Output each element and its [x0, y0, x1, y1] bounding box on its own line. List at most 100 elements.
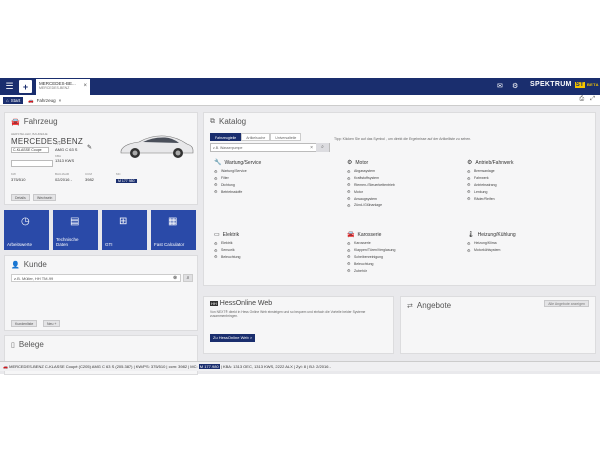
- vehicle-tab[interactable]: MERCEDES-BE... MERCEDES-BENZ ×: [36, 79, 90, 95]
- list-item[interactable]: ⚙ Kraftstoffsystem: [347, 175, 395, 182]
- item-icon: ⚙: [347, 168, 351, 174]
- change-vehicle-button[interactable]: Wechseln: [33, 194, 57, 201]
- hessonline-title: HH HessOnline Web: [210, 300, 272, 307]
- list-item-label: Wartung/Service: [221, 169, 247, 174]
- list-item-label: Motorkühlsystem: [474, 248, 501, 253]
- offers-panel: ⇄ Angebote Alle Angebote anzeigen: [400, 296, 596, 354]
- breadcrumb[interactable]: 🚗 Fahrzeug ×: [28, 97, 61, 104]
- list-item-label: Kraftstoffsystem: [354, 176, 380, 181]
- tab-fahrzeugteile[interactable]: Fahrzeugteile: [210, 133, 242, 141]
- list-item[interactable]: ⚙ Motor: [347, 188, 395, 195]
- list-item[interactable]: ⚙ Zubehör: [347, 267, 395, 274]
- ccm-label: CCM: [85, 172, 92, 176]
- list-item[interactable]: ⚙ Karosserie: [347, 240, 395, 247]
- group-header[interactable]: 🚘 Karosserie: [347, 231, 395, 239]
- document-icon: ▯: [11, 341, 15, 349]
- list-item[interactable]: ⚙ Bremsanlage: [467, 168, 513, 175]
- tile-fast-calculator[interactable]: ▦ Fast Calculator: [151, 210, 196, 250]
- group-wartung: 🔧 Wartung/Service ⚙ Wartung/Service ⚙ Filte…: [214, 159, 261, 195]
- type-label: TYP: [55, 142, 61, 146]
- customer-search-input[interactable]: z.B. Müller, HH TM-99: [11, 274, 181, 282]
- vehicle-model: C-KLASSE Coupe: [11, 147, 49, 153]
- catalog-title-label: Katalog: [219, 117, 247, 126]
- tab-artikelsuche[interactable]: Artikelsuche: [241, 133, 271, 141]
- top-bar: ☰ + MERCEDES-BE... MERCEDES-BENZ × ✉ ⚙ S…: [0, 78, 600, 95]
- catalog-search-placeholder: z.B. Wasserpumpe: [213, 146, 243, 150]
- user-icon: 👤: [11, 261, 20, 269]
- car-icon: 🚗: [28, 97, 34, 103]
- list-item[interactable]: ⚙ Betriebsstoffe: [214, 188, 261, 195]
- user-settings-icon[interactable]: ⚙: [512, 82, 518, 90]
- hessonline-button[interactable]: Zu HessOnline Web >: [210, 334, 256, 342]
- plate-field[interactable]: [11, 160, 53, 167]
- tab-universalteile[interactable]: Universalteile: [270, 133, 302, 141]
- car-body-icon: 🚘: [347, 232, 355, 238]
- add-tab-button[interactable]: +: [19, 80, 32, 93]
- list-item[interactable]: ⚙ Antriebsstrang: [467, 182, 513, 189]
- group-header[interactable]: ⚙ Antrieb/Fahrwerk: [467, 159, 513, 167]
- list-item[interactable]: ⚙ Heizung/Klima: [467, 240, 516, 247]
- search-icon[interactable]: ⌕: [316, 143, 329, 152]
- list-item[interactable]: ⚙ Lenkung: [467, 188, 513, 195]
- catalog-search-input[interactable]: z.B. Wasserpumpe × ⌕: [210, 143, 330, 152]
- list-item[interactable]: ⚙ Räder/Reifen: [467, 195, 513, 202]
- group-header[interactable]: 🌡 Heizung/Kühlung: [467, 231, 516, 239]
- documents-title-label: Belege: [18, 340, 44, 349]
- clear-icon[interactable]: ⊗: [173, 275, 177, 281]
- tile-arbeitswerte[interactable]: ◷ Arbeitswerte: [4, 210, 49, 250]
- expand-icon[interactable]: ⤢: [590, 96, 595, 103]
- gear-icon: ⚙: [467, 160, 473, 166]
- group-heizung: 🌡 Heizung/Kühlung ⚙ Heizung/Klima ⚙ Motorkü…: [467, 231, 516, 254]
- list-item-label: Fahrwerk: [474, 176, 489, 181]
- group-header[interactable]: ▭ Elektrik: [214, 231, 240, 239]
- close-icon[interactable]: ×: [59, 98, 62, 103]
- status-mc: M 177.980: [198, 364, 220, 369]
- item-icon: ⚙: [467, 240, 471, 246]
- list-item-label: Zünd-/Glühanlage: [354, 203, 383, 208]
- list-item[interactable]: ⚙ Fahrwerk: [467, 175, 513, 182]
- list-item[interactable]: ⚙ Dichtung: [214, 182, 261, 189]
- list-item[interactable]: ⚙ Wartung/Service: [214, 168, 261, 175]
- list-item[interactable]: ⚙ Sensorik: [214, 247, 240, 254]
- list-item[interactable]: ⚙ Beleuchtung: [347, 260, 395, 267]
- list-item-label: Beleuchtung: [354, 261, 374, 266]
- list-item[interactable]: ⚙ Scheibenreinigung: [347, 254, 395, 261]
- chat-icon[interactable]: ✉: [497, 82, 503, 90]
- list-item-label: Lenkung: [474, 189, 488, 194]
- tile-technische-daten[interactable]: ▤ Technische Daten: [53, 210, 98, 250]
- close-icon[interactable]: ×: [83, 83, 87, 89]
- group-header[interactable]: 🔧 Wartung/Service: [214, 159, 261, 167]
- group-header[interactable]: ⚙ Motor: [347, 159, 395, 167]
- vehicle-ccm: 3982: [85, 177, 94, 182]
- clear-icon[interactable]: ×: [310, 144, 313, 152]
- show-all-offers-button[interactable]: Alle Angebote anzeigen: [544, 300, 589, 307]
- item-icon: ⚙: [347, 240, 351, 246]
- list-item-label: Sensorik: [221, 248, 235, 253]
- list-item[interactable]: ⚙ Beleuchtung: [214, 254, 240, 261]
- new-customer-button[interactable]: Neu +: [43, 320, 61, 327]
- group-title: Heizung/Kühlung: [477, 231, 516, 238]
- list-item[interactable]: ⚙ Filter: [214, 175, 261, 182]
- list-item[interactable]: ⚙ Elektrik: [214, 240, 240, 247]
- brand-badge: ST: [574, 82, 585, 88]
- start-button[interactable]: ⌂ Start: [3, 97, 24, 104]
- hamburger-icon[interactable]: ☰: [3, 80, 16, 93]
- list-item[interactable]: ⚙ Motorkühlsystem: [467, 247, 516, 254]
- list-item[interactable]: ⚙ Riemen-/Steuerkettentrieb: [347, 182, 395, 189]
- group-title: Elektrik: [222, 231, 240, 238]
- customer-list-button[interactable]: Kundenliste: [11, 320, 38, 327]
- item-icon: ⚙: [214, 254, 218, 260]
- engine-icon: ⚙: [347, 160, 353, 166]
- edit-icon[interactable]: ✎: [87, 144, 92, 151]
- tile-gti[interactable]: ⊞ GTI: [102, 210, 147, 250]
- print-icon[interactable]: ⎙: [579, 96, 584, 103]
- list-item-label: Abgassystem: [354, 169, 376, 174]
- list-item[interactable]: ⚙ Abgassystem: [347, 168, 395, 175]
- details-button[interactable]: Details: [11, 194, 30, 201]
- item-icon: ⚙: [347, 261, 351, 267]
- list-item[interactable]: ⚙ Klappen/Türen/Verglasung: [347, 247, 395, 254]
- tile-label: GTI: [105, 242, 113, 247]
- list-item[interactable]: ⚙ Ansaugsystem: [347, 195, 395, 202]
- list-item[interactable]: ⚙ Zünd-/Glühanlage: [347, 202, 395, 209]
- search-icon[interactable]: ⌕: [183, 274, 193, 282]
